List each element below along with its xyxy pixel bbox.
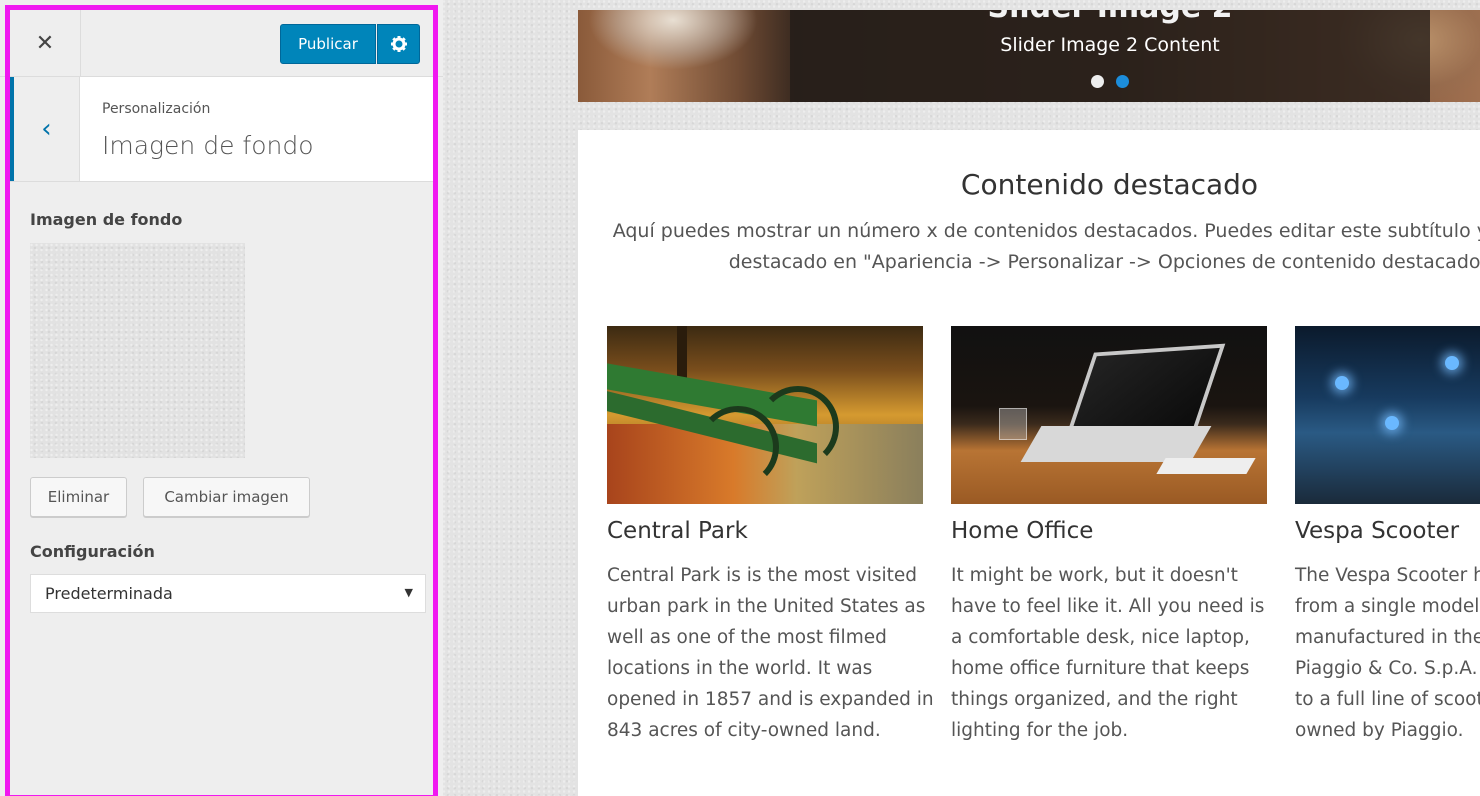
- remove-image-button[interactable]: Eliminar: [30, 477, 127, 517]
- customizer-header: ✕ Publicar: [0, 0, 443, 77]
- featured-content-section: Contenido destacado Aquí puedes mostrar …: [578, 130, 1480, 796]
- settings-label: Configuración: [30, 542, 155, 561]
- central-park-image[interactable]: [607, 326, 923, 504]
- hero-slider: Slider Image 2 Slider Image 2 Content: [578, 10, 1480, 102]
- vespa-scooter-image[interactable]: [1295, 326, 1480, 504]
- featured-card-home-office: Home Office It might be work, but it doe…: [951, 326, 1267, 741]
- close-icon: ✕: [35, 30, 55, 56]
- caret-down-icon: ▼: [404, 586, 413, 599]
- featured-card-vespa-scooter: Vespa Scooter The Vespa Scooter has evol…: [1295, 326, 1480, 741]
- featured-title: Contenido destacado: [960, 168, 1259, 201]
- publish-button[interactable]: Publicar: [280, 24, 376, 64]
- card-title[interactable]: Vespa Scooter: [1295, 518, 1459, 544]
- slider-caption: Slider Image 2 Slider Image 2 Content: [790, 10, 1430, 102]
- featured-card-central-park: Central Park Central Park is is the most…: [607, 326, 934, 741]
- card-title[interactable]: Home Office: [951, 518, 1093, 544]
- card-title[interactable]: Central Park: [607, 518, 748, 544]
- chevron-left-icon: ‹: [41, 114, 52, 144]
- card-text: The Vespa Scooter has evolved from a sin…: [1295, 565, 1480, 741]
- slider-subtitle: Slider Image 2 Content: [1000, 34, 1220, 56]
- home-office-image[interactable]: [951, 326, 1267, 504]
- breadcrumb: Personalización: [102, 101, 211, 117]
- site-preview: Slider Image 2 Slider Image 2 Content Co…: [443, 0, 1480, 796]
- close-customizer-button[interactable]: ✕: [10, 10, 81, 76]
- slider-background-image: [588, 10, 758, 70]
- gear-icon: [390, 36, 407, 52]
- publish-settings-button[interactable]: [377, 24, 420, 64]
- card-text: Central Park is is the most visited urba…: [607, 565, 934, 741]
- settings-select[interactable]: Predeterminada ▼: [30, 574, 426, 613]
- background-image-preview[interactable]: [30, 243, 245, 458]
- featured-description: Aquí puedes mostrar un número x de conte…: [612, 220, 1480, 273]
- section-title: Imagen de fondo: [102, 131, 314, 160]
- slider-dot-2-active[interactable]: [1115, 75, 1129, 88]
- customizer-sidebar: ✕ Publicar ‹ Personalización Imagen de f…: [0, 0, 443, 796]
- slider-dot-1[interactable]: [1091, 75, 1105, 88]
- settings-select-value: Predeterminada: [45, 584, 173, 603]
- background-image-label: Imagen de fondo: [30, 210, 183, 229]
- change-image-button[interactable]: Cambiar imagen: [143, 477, 310, 517]
- slider-title: Slider Image 2: [790, 10, 1430, 25]
- back-button[interactable]: ‹: [10, 77, 80, 181]
- slider-dots: [790, 73, 1430, 92]
- card-text: It might be work, but it doesn't have to…: [951, 565, 1265, 741]
- section-header: ‹ Personalización Imagen de fondo: [10, 77, 438, 182]
